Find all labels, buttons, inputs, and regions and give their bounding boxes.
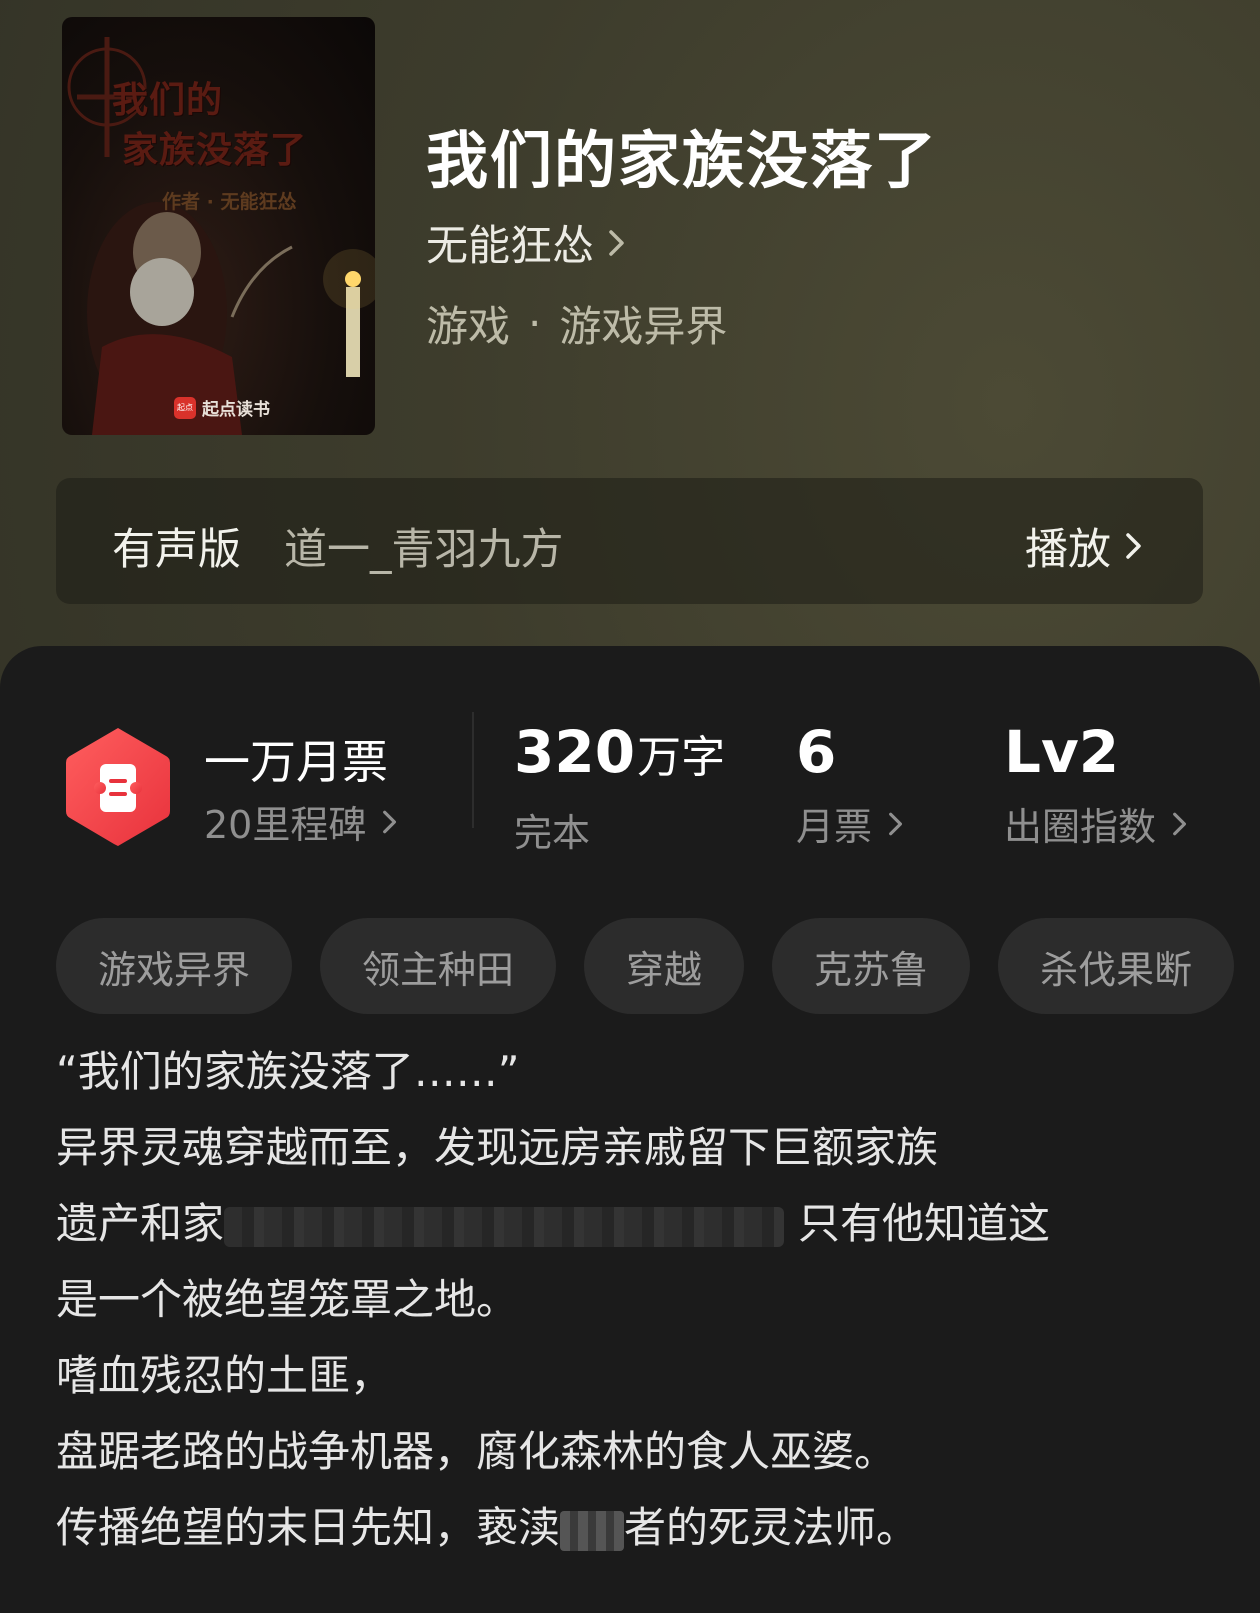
publisher-logo-icon: 起点 (174, 396, 196, 419)
milestone-label: 20里程碑 (204, 803, 367, 847)
monthly-ticket-icon (66, 728, 170, 846)
subgenre-label: 游戏异界 (559, 302, 728, 351)
monthly-ticket-title: 一万月票 (204, 735, 388, 789)
word-count-value: 320 (514, 718, 636, 786)
description-line: 遗产和家 只有他知道这 (56, 1186, 1196, 1262)
description-line: 嗜血残忍的土匪， (56, 1351, 393, 1400)
word-count-unit: 万字 (637, 732, 726, 783)
author-link[interactable]: 无能狂怂 (426, 212, 626, 273)
cover-title-line1: 我们的 (112, 79, 224, 121)
description-line: “我们的家族没落了……” (56, 1047, 520, 1096)
level-label: 出圈指数 (1004, 805, 1157, 849)
status-label: 完本 (514, 811, 591, 855)
tickets-stat[interactable]: 6 月票 (796, 716, 904, 851)
influence-stat[interactable]: Lv2 出圈指数 (1004, 716, 1188, 851)
chevron-right-icon (383, 810, 397, 833)
description-line: 是一个被绝望笼罩之地。 (56, 1275, 519, 1324)
tag-chip[interactable]: 领主种田 (320, 918, 557, 1014)
chevron-right-icon (1173, 812, 1187, 835)
author-name: 无能狂怂 (426, 221, 595, 270)
book-cover[interactable]: 我们的 家族没落了 作者 · 无能狂怂 起点 起点读书 (62, 17, 375, 435)
audiobook-bar[interactable]: 有声版 道一_青羽九方 播放 (56, 478, 1203, 604)
redacted-text (224, 1206, 785, 1247)
milestone-link[interactable]: 20里程碑 (204, 794, 398, 849)
cover-title-line2: 家族没落了 (122, 129, 308, 171)
tag-chip[interactable]: 穿越 (584, 918, 745, 1014)
description-text: 传播绝望的末日先知，亵渎 (56, 1503, 561, 1552)
chevron-right-icon (1126, 533, 1141, 559)
cover-title: 我们的 家族没落了 (112, 75, 372, 175)
genre-label: 游戏 (426, 302, 511, 351)
tag-chip[interactable]: 克苏鲁 (772, 918, 971, 1014)
genre-row[interactable]: 游戏 · 游戏异界 (426, 293, 727, 354)
level-value: Lv2 (1004, 718, 1120, 786)
word-count-stat: 320万字 完本 (514, 716, 725, 857)
description-line: 传播绝望的末日先知，亵渎 者的死灵法师。 (56, 1490, 1196, 1566)
tickets-label: 月票 (796, 805, 873, 849)
publisher-name: 起点读书 (202, 400, 270, 420)
description-text: 者的死灵法师。 (624, 1503, 919, 1552)
book-description[interactable]: “我们的家族没落了……” 异界灵魂穿越而至，发现远房亲戚留下巨额家族 遗产和家 只… (56, 1034, 1196, 1566)
redacted-text (560, 1510, 625, 1551)
tag-chip[interactable]: 杀伐果断 (998, 918, 1235, 1014)
audiobook-narrator: 道一_青羽九方 (284, 525, 564, 575)
cover-author: 作者 · 无能狂怂 (162, 191, 297, 213)
book-details-panel: 一万月票 20里程碑 320万字 完本 6 月票 Lv2 出圈指数 游戏异界 领… (0, 646, 1260, 1613)
play-button[interactable]: 播放 (1025, 515, 1143, 577)
tag-chip[interactable]: 游戏异界 (56, 918, 293, 1014)
book-title: 我们的家族没落了 (426, 124, 939, 197)
audiobook-label: 有声版 (112, 525, 241, 575)
play-label: 播放 (1025, 525, 1111, 575)
description-text: 遗产和家 (56, 1199, 225, 1248)
stats-divider (472, 712, 474, 828)
chevron-right-icon (889, 812, 903, 835)
publisher-badge: 起点 起点读书 (174, 395, 270, 420)
tag-list: 游戏异界 领主种田 穿越 克苏鲁 杀伐果断 (56, 918, 1260, 1016)
tickets-value: 6 (796, 718, 837, 786)
description-text: 只有他知道这 (798, 1199, 1051, 1248)
description-line: 盘踞老路的战争机器，腐化森林的食人巫婆。 (56, 1427, 897, 1476)
description-line: 异界灵魂穿越而至，发现远房亲戚留下巨额家族 (56, 1123, 939, 1172)
chevron-right-icon (609, 229, 624, 256)
genre-separator: · (528, 299, 542, 348)
